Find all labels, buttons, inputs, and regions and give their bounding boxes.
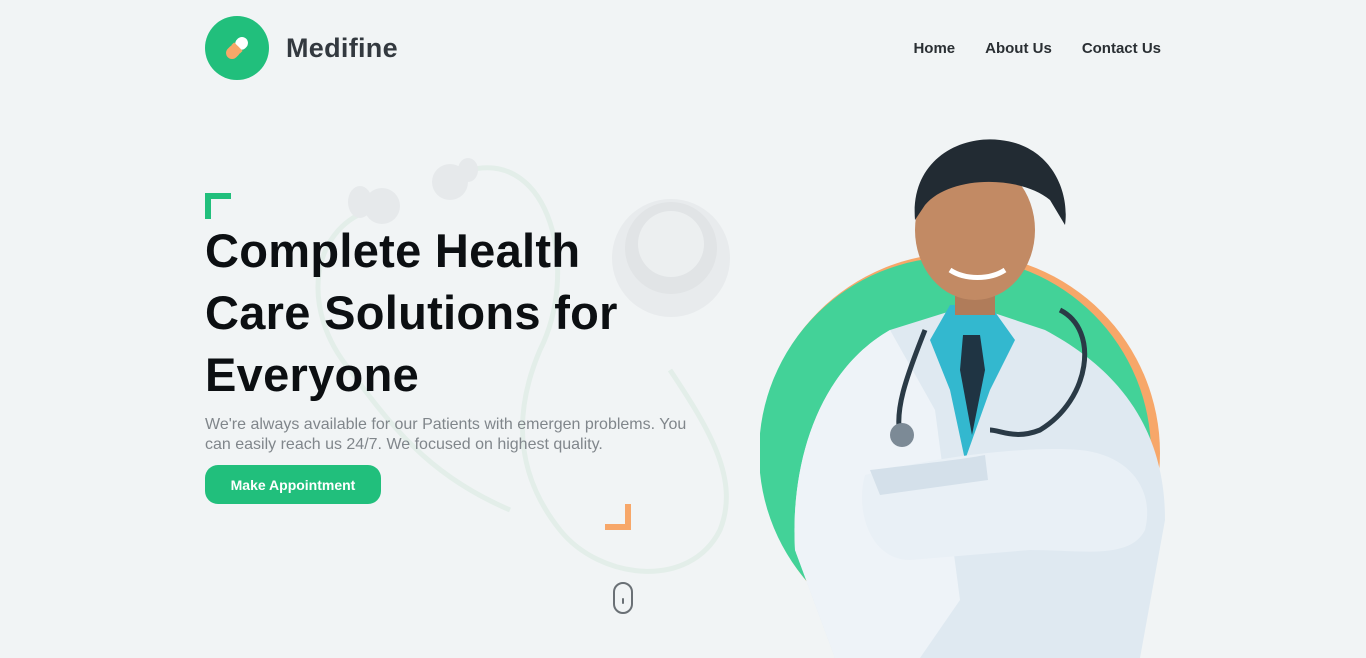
doctor-hero-image (760, 139, 1165, 658)
pill-icon (205, 16, 269, 80)
nav-contact-us[interactable]: Contact Us (1082, 40, 1161, 57)
decorative-corner-orange (605, 504, 631, 530)
hero-title: Complete Health Care Solutions for Every… (205, 224, 618, 401)
make-appointment-button[interactable]: Make Appointment (205, 465, 381, 504)
site-header: Medifine Home About Us Contact Us (205, 16, 1161, 80)
hero-description: We're always available for our Patients … (205, 416, 687, 453)
main-nav: Home About Us Contact Us (913, 40, 1161, 57)
brand-logo[interactable]: Medifine (205, 16, 398, 80)
decorative-corner-green (205, 193, 231, 219)
brand-name: Medifine (286, 32, 398, 63)
nav-about-us[interactable]: About Us (985, 40, 1052, 57)
scroll-down-icon[interactable] (613, 582, 633, 614)
nav-home[interactable]: Home (913, 40, 955, 57)
